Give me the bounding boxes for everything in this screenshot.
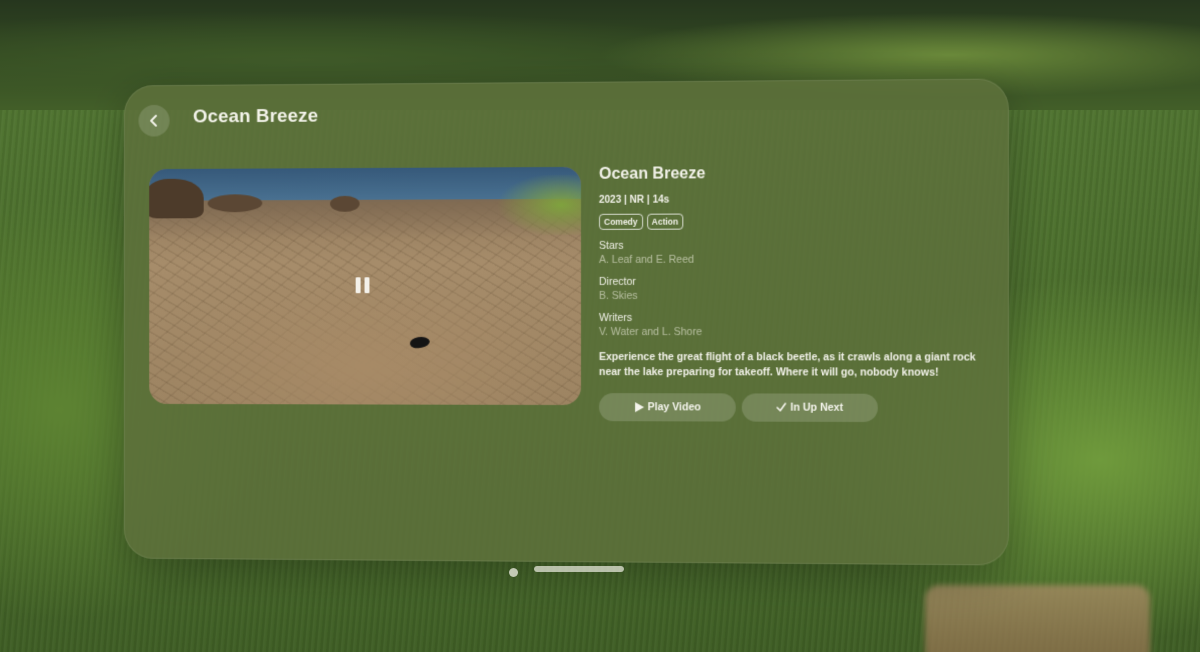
writers-value: V. Water and L. Shore	[598, 326, 703, 339]
stars-value: A. Leaf and E. Reed	[598, 253, 694, 266]
video-rock	[330, 195, 360, 212]
chevron-left-icon	[147, 114, 161, 128]
genre-tags: Comedy Action	[598, 212, 984, 230]
video-grass	[481, 174, 581, 236]
genre-tag: Action	[646, 213, 684, 230]
video-rock	[207, 194, 263, 213]
back-button[interactable]	[138, 104, 170, 137]
director-value: B. Skies	[598, 289, 638, 302]
window-grab-bar[interactable]	[534, 566, 624, 572]
window-close-dot[interactable]	[509, 568, 518, 577]
video-rock	[149, 178, 204, 219]
writers-label: Writers	[598, 311, 633, 325]
pause-icon[interactable]	[355, 277, 372, 295]
video-player[interactable]	[149, 166, 581, 406]
action-buttons: Play Video In Up Next	[598, 393, 984, 423]
stars-label: Stars	[598, 239, 624, 252]
genre-tag: Comedy	[598, 213, 643, 230]
up-next-label: In Up Next	[790, 401, 844, 414]
blurred-stump	[925, 585, 1150, 652]
movie-details: Ocean Breeze 2023 | NR | 14s Comedy Acti…	[598, 164, 984, 423]
director-label: Director	[598, 275, 636, 288]
play-video-button[interactable]: Play Video	[598, 393, 736, 422]
play-icon	[634, 402, 644, 413]
movie-detail-window: Ocean Breeze Ocean Breeze 2023 | NR | 14…	[123, 78, 1009, 566]
movie-description: Experience the great flight of a black b…	[598, 351, 976, 379]
beetle	[409, 335, 431, 350]
checkmark-icon	[776, 403, 786, 413]
up-next-button[interactable]: In Up Next	[741, 393, 878, 423]
play-video-label: Play Video	[647, 401, 701, 414]
window-title: Ocean Breeze	[192, 105, 319, 128]
movie-title: Ocean Breeze	[598, 165, 706, 183]
movie-meta: 2023 | NR | 14s	[598, 194, 670, 206]
